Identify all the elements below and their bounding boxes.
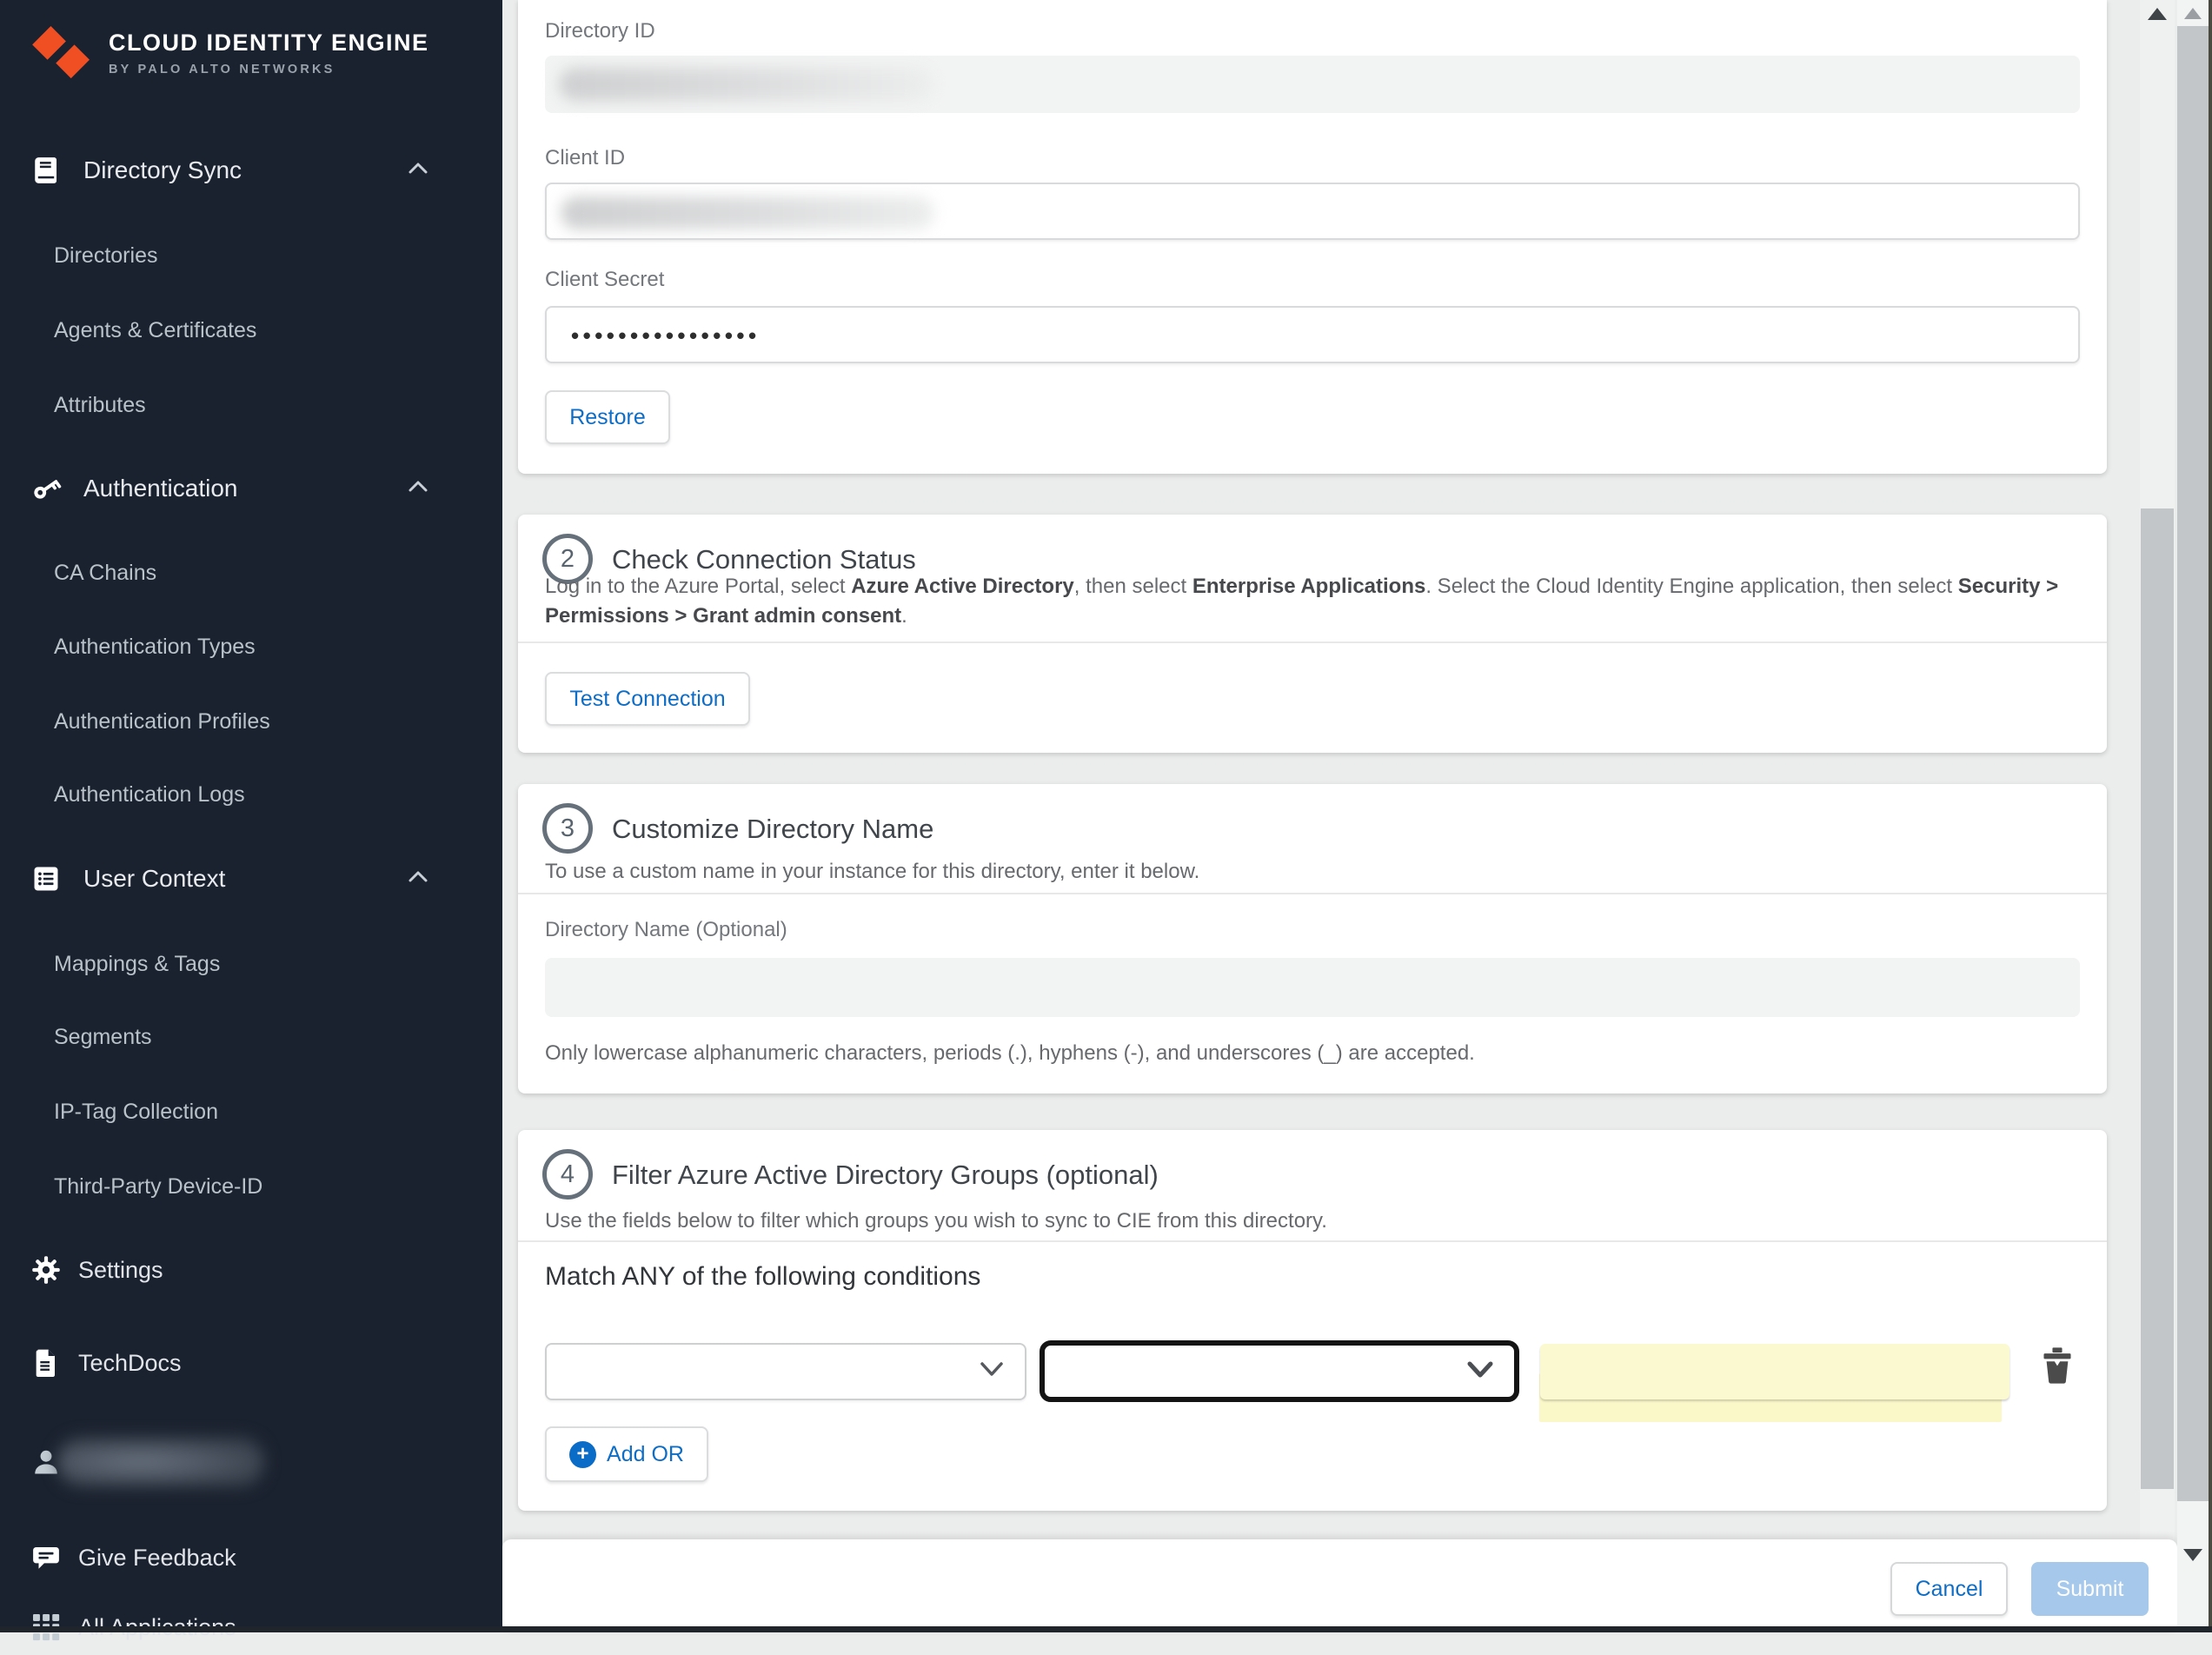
restore-button[interactable]: Restore <box>545 390 670 444</box>
scroll-up-arrow-icon[interactable] <box>2184 8 2202 19</box>
section-description: Use the fields below to filter which gro… <box>545 1206 2076 1236</box>
chevron-down-icon <box>980 1362 1004 1381</box>
app-logo: CLOUD IDENTITY ENGINE BY PALO ALTO NETWO… <box>29 26 429 80</box>
condition-value-input[interactable] <box>1540 1344 2009 1399</box>
match-conditions-heading: Match ANY of the following conditions <box>545 1262 980 1292</box>
section-title: Filter Azure Active Directory Groups (op… <box>612 1160 1159 1191</box>
trash-icon[interactable] <box>2041 1347 2074 1384</box>
step-number-badge: 3 <box>542 803 593 854</box>
speech-bubble-icon <box>30 1541 63 1574</box>
client-id-field[interactable] <box>545 183 2080 240</box>
step-number-badge: 4 <box>542 1149 593 1200</box>
plus-icon: + <box>569 1441 596 1468</box>
attribute-select[interactable] <box>545 1343 1026 1400</box>
add-or-button[interactable]: + Add OR <box>545 1426 708 1482</box>
palo-alto-logo-icon <box>29 26 96 80</box>
filter-groups-card: 4 Filter Azure Active Directory Groups (… <box>518 1130 2107 1511</box>
doc-icon <box>30 1346 63 1379</box>
section-title: Customize Directory Name <box>612 814 933 845</box>
sidebar-item-directories[interactable]: Directories <box>0 228 502 283</box>
operator-select[interactable] <box>1040 1340 1519 1402</box>
form-action-bar: Cancel Submit <box>502 1539 2177 1632</box>
sidebar-item-authentication-types[interactable]: Authentication Types <box>0 619 502 675</box>
sidebar-item-ca-chains[interactable]: CA Chains <box>0 545 502 601</box>
chevron-up-icon[interactable] <box>409 481 428 496</box>
cancel-button[interactable]: Cancel <box>1890 1562 2008 1616</box>
sidebar-item-agents-certificates[interactable]: Agents & Certificates <box>0 302 502 358</box>
sidebar-item-settings[interactable]: Settings <box>0 1242 502 1298</box>
chevron-down-icon <box>1467 1361 1493 1382</box>
check-connection-status-card: 2 Check Connection Status Log in to the … <box>518 515 2107 753</box>
sidebar-item-authentication-profiles[interactable]: Authentication Profiles <box>0 694 502 749</box>
list-icon <box>30 862 63 895</box>
sidebar-item-authentication[interactable]: Authentication <box>0 461 502 516</box>
test-connection-button[interactable]: Test Connection <box>545 672 750 726</box>
section-description: Log in to the Azure Portal, select Azure… <box>545 572 2076 631</box>
sidebar-item-techdocs[interactable]: TechDocs <box>0 1335 502 1391</box>
divider <box>518 1240 2107 1242</box>
window-scrollbar[interactable] <box>2177 0 2209 1632</box>
sidebar-item-segments[interactable]: Segments <box>0 1009 502 1065</box>
sidebar-item-user-context[interactable]: User Context <box>0 851 502 907</box>
sidebar-item-give-feedback[interactable]: Give Feedback <box>0 1530 502 1585</box>
directory-id-label: Directory ID <box>545 19 655 43</box>
sidebar-item-third-party-device-id[interactable]: Third-Party Device-ID <box>0 1159 502 1214</box>
sidebar-item-authentication-logs[interactable]: Authentication Logs <box>0 767 502 822</box>
sidebar-item-attributes[interactable]: Attributes <box>0 377 502 433</box>
directory-id-field <box>545 56 2080 113</box>
sidebar-item-user-account[interactable] <box>0 1434 502 1490</box>
sidebar-item-ip-tag-collection[interactable]: IP-Tag Collection <box>0 1084 502 1140</box>
client-secret-masked-value: •••••••••••••••• <box>571 308 761 363</box>
chevron-up-icon[interactable] <box>409 871 428 887</box>
client-secret-label: Client Secret <box>545 268 664 292</box>
content-scrollbar-thumb[interactable] <box>2141 508 2174 1489</box>
directory-name-input[interactable] <box>545 958 2080 1017</box>
credentials-card: Directory ID Client ID Client Secret •••… <box>518 0 2107 474</box>
redacted-value <box>559 68 933 101</box>
submit-button[interactable]: Submit <box>2031 1562 2149 1616</box>
directory-name-label: Directory Name (Optional) <box>545 918 787 942</box>
section-description: To use a custom name in your instance fo… <box>545 857 2076 887</box>
directory-name-hint: Only lowercase alphanumeric characters, … <box>545 1041 1475 1066</box>
cloud-identity-engine-window: CLOUD IDENTITY ENGINE BY PALO ALTO NETWO… <box>0 0 2212 1632</box>
divider <box>518 893 2107 894</box>
screen-right-edge <box>2209 0 2212 1632</box>
redacted-username <box>57 1438 264 1486</box>
client-secret-field[interactable]: •••••••••••••••• <box>545 306 2080 363</box>
divider <box>518 641 2107 643</box>
client-id-label: Client ID <box>545 146 625 170</box>
chevron-up-icon[interactable] <box>409 163 428 178</box>
gear-icon <box>30 1253 63 1286</box>
app-subtitle: BY PALO ALTO NETWORKS <box>109 63 429 76</box>
section-title: Check Connection Status <box>612 544 916 575</box>
screen-bottom-edge <box>0 1626 2212 1632</box>
scroll-up-arrow-icon[interactable] <box>2148 8 2167 20</box>
sidebar-item-mappings-tags[interactable]: Mappings & Tags <box>0 936 502 992</box>
sidebar: CLOUD IDENTITY ENGINE BY PALO ALTO NETWO… <box>0 0 502 1632</box>
redacted-value <box>561 196 934 229</box>
sidebar-item-directory-sync[interactable]: Directory Sync <box>0 143 502 198</box>
app-logo-text: CLOUD IDENTITY ENGINE BY PALO ALTO NETWO… <box>109 30 429 76</box>
app-title: CLOUD IDENTITY ENGINE <box>109 30 429 56</box>
content-scrollbar[interactable] <box>2140 0 2175 1539</box>
customize-directory-name-card: 3 Customize Directory Name To use a cust… <box>518 784 2107 1093</box>
scroll-down-arrow-icon[interactable] <box>2183 1549 2202 1561</box>
window-scrollbar-thumb[interactable] <box>2177 26 2209 1501</box>
book-icon <box>30 154 63 187</box>
key-icon <box>30 472 63 505</box>
